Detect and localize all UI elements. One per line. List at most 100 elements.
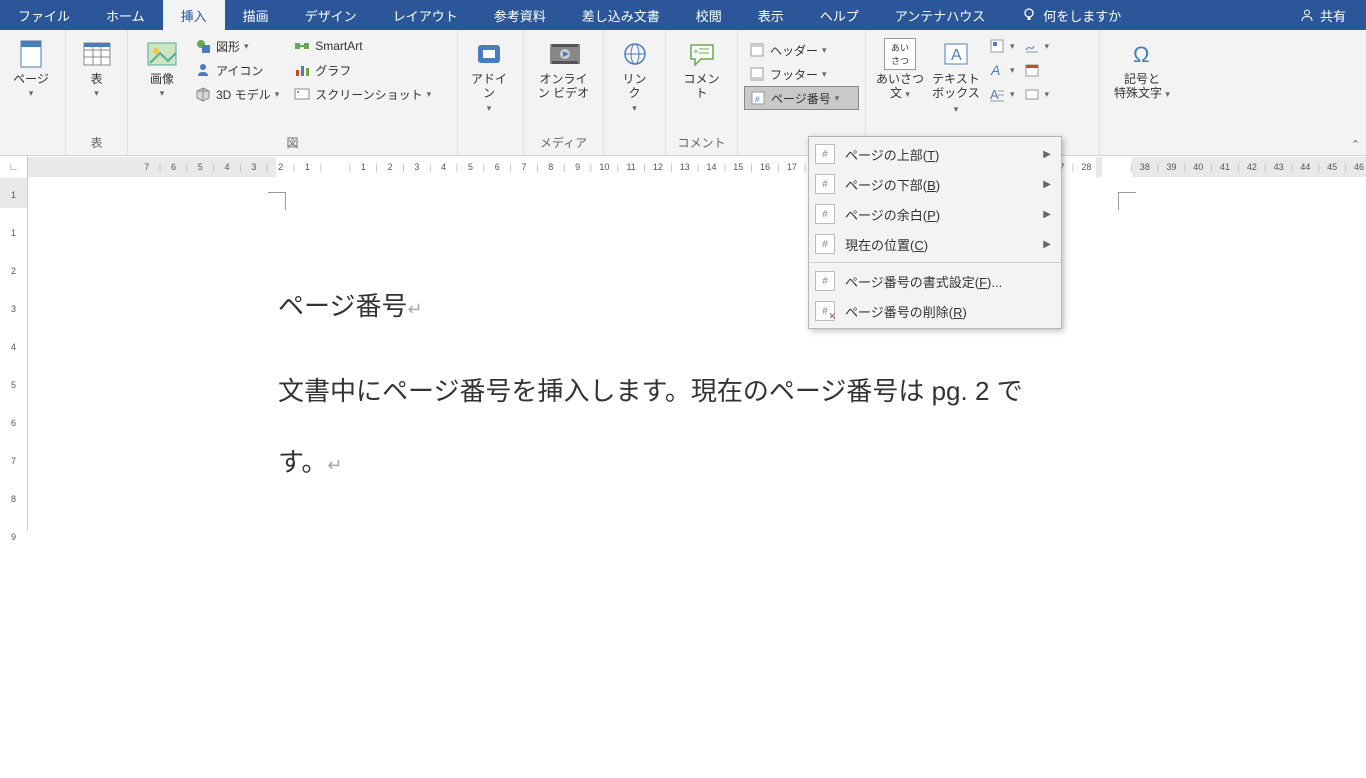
dropcap-button[interactable]: A▾ [984, 82, 1019, 106]
smartart-button[interactable]: SmartArt [289, 34, 435, 58]
textbox-button[interactable]: A テキストボックス ▾ [928, 34, 984, 119]
addins-button[interactable]: アドイン ▾ [464, 34, 514, 118]
tab-review[interactable]: 校閲 [678, 0, 740, 30]
menu-remove-page-number[interactable]: #✕ ページ番号の削除(R) [809, 296, 1061, 326]
screenshot-icon [293, 85, 311, 103]
chevron-down-icon: ▾ [905, 89, 910, 99]
group-addins: アドイン ▾ [458, 30, 524, 155]
page-number-menu: # ページの上部(T) ▶ # ページの下部(B) ▶ # ページの余白(P) … [808, 136, 1062, 329]
menu-page-top[interactable]: # ページの上部(T) ▶ [809, 139, 1061, 169]
table-button[interactable]: 表 ▾ [72, 34, 121, 103]
svg-text:#: # [755, 95, 760, 104]
submenu-arrow-icon: ▶ [1043, 179, 1051, 190]
document-area: 1123456789 ページ番号↵ 文書中にページ番号を挿入します。現在のページ… [0, 178, 1366, 531]
tell-me-search[interactable]: 何をしますか [1003, 0, 1139, 30]
page-top-icon: # [815, 144, 835, 164]
tab-draw[interactable]: 描画 [225, 0, 287, 30]
svg-text:+: + [693, 47, 699, 58]
tab-help[interactable]: ヘルプ [802, 0, 877, 30]
submenu-arrow-icon: ▶ [1043, 239, 1051, 250]
group-pages: ページ ▾ [0, 30, 66, 155]
icons-icon [194, 61, 212, 79]
footer-button[interactable]: フッター▾ [744, 62, 859, 86]
symbols-button[interactable]: Ω 記号と特殊文字 ▾ [1106, 34, 1178, 105]
icons-button[interactable]: アイコン [190, 58, 283, 82]
page-number-icon: # [749, 89, 767, 107]
paragraph-mark-icon: ↵ [407, 299, 422, 319]
svg-text:A: A [990, 87, 999, 102]
margin-marker [268, 192, 286, 210]
svg-text:A: A [951, 47, 962, 64]
collapse-ribbon-button[interactable]: ⌃ [1351, 138, 1360, 151]
paragraph-mark-icon: ↵ [327, 455, 342, 475]
datetime-button[interactable] [1019, 58, 1054, 82]
chevron-down-icon: ▾ [822, 45, 827, 56]
page-margin-icon: # [815, 204, 835, 224]
video-icon [548, 38, 580, 70]
format-icon: # [815, 271, 835, 291]
group-media: オンライン ビデオ メディア [524, 30, 604, 155]
quickparts-button[interactable]: ▾ [984, 34, 1019, 58]
menu-page-bottom[interactable]: # ページの下部(B) ▶ [809, 169, 1061, 199]
tell-me-label: 何をしますか [1043, 6, 1121, 25]
footer-icon [748, 65, 766, 83]
tab-home[interactable]: ホーム [88, 0, 163, 30]
body-text-2: す。 [278, 447, 327, 477]
page-number-button[interactable]: # ページ番号▾ [744, 86, 859, 110]
tab-view[interactable]: 表示 [740, 0, 802, 30]
chevron-down-icon: ▾ [244, 41, 249, 52]
menu-format-page-number[interactable]: # ページ番号の書式設定(F)... [809, 266, 1061, 296]
document-canvas[interactable]: ページ番号↵ 文書中にページ番号を挿入します。現在のページ番号は pg. 2 で… [28, 178, 1366, 531]
tab-antennahouse[interactable]: アンテナハウス [877, 0, 1003, 30]
parts-icon [988, 37, 1006, 55]
signature-button[interactable]: ▾ [1019, 34, 1054, 58]
group-links: リンク ▾ [604, 30, 666, 155]
vertical-ruler[interactable]: 1123456789 [0, 178, 28, 531]
greeting-icon: あいさつ [884, 38, 916, 70]
chevron-down-icon: ▾ [954, 104, 959, 114]
ruler-corner: ∟ [0, 156, 28, 178]
header-button[interactable]: ヘッダー▾ [744, 38, 859, 62]
links-button[interactable]: リンク ▾ [610, 34, 659, 118]
screenshot-button[interactable]: スクリーンショット▾ [289, 82, 435, 106]
heading-text: ページ番号 [278, 291, 407, 321]
pages-button[interactable]: ページ ▾ [6, 34, 56, 103]
chevron-down-icon: ▾ [160, 88, 165, 99]
chevron-down-icon: ▾ [94, 88, 99, 99]
smartart-icon [293, 37, 311, 55]
group-comments: + コメント コメント [666, 30, 738, 155]
pictures-button[interactable]: 画像 ▾ [134, 34, 190, 103]
horizontal-ruler[interactable]: ∟ 7|6|5|4|3|2|1||1|2|3|4|5|6|7|8|9|10|11… [0, 156, 1366, 178]
online-video-button[interactable]: オンライン ビデオ [530, 34, 597, 105]
shapes-icon [194, 37, 212, 55]
tab-file[interactable]: ファイル [0, 0, 88, 30]
menu-page-margin[interactable]: # ページの余白(P) ▶ [809, 199, 1061, 229]
omega-icon: Ω [1126, 38, 1158, 70]
shapes-button[interactable]: 図形▾ [190, 34, 283, 58]
comment-button[interactable]: + コメント [672, 34, 731, 105]
menu-current-position[interactable]: # 現在の位置(C) ▶ [809, 229, 1061, 259]
tab-layout[interactable]: レイアウト [375, 0, 476, 30]
submenu-arrow-icon: ▶ [1043, 209, 1051, 220]
picture-icon [146, 38, 178, 70]
greeting-button[interactable]: あいさつ あいさつ文 ▾ [872, 34, 928, 105]
textbox-icon: A [940, 38, 972, 70]
tab-references[interactable]: 参考資料 [476, 0, 564, 30]
object-button[interactable]: ▾ [1019, 82, 1054, 106]
comment-icon: + [686, 38, 718, 70]
share-button[interactable]: 共有 [1280, 0, 1366, 30]
dropcap-icon: A [988, 85, 1006, 103]
svg-text:A: A [990, 62, 1000, 78]
group-label-comments: コメント [666, 132, 737, 155]
chevron-down-icon: ▾ [275, 89, 280, 100]
addin-icon [473, 38, 505, 70]
lightbulb-icon [1021, 7, 1037, 23]
tab-insert[interactable]: 挿入 [163, 0, 225, 30]
3d-models-button[interactable]: 3D モデル▾ [190, 82, 283, 106]
cube-icon [194, 85, 212, 103]
wordart-button[interactable]: A▾ [984, 58, 1019, 82]
tab-mailings[interactable]: 差し込み文書 [564, 0, 678, 30]
tab-design[interactable]: デザイン [287, 0, 375, 30]
chart-button[interactable]: グラフ [289, 58, 435, 82]
remove-icon: #✕ [815, 301, 835, 321]
